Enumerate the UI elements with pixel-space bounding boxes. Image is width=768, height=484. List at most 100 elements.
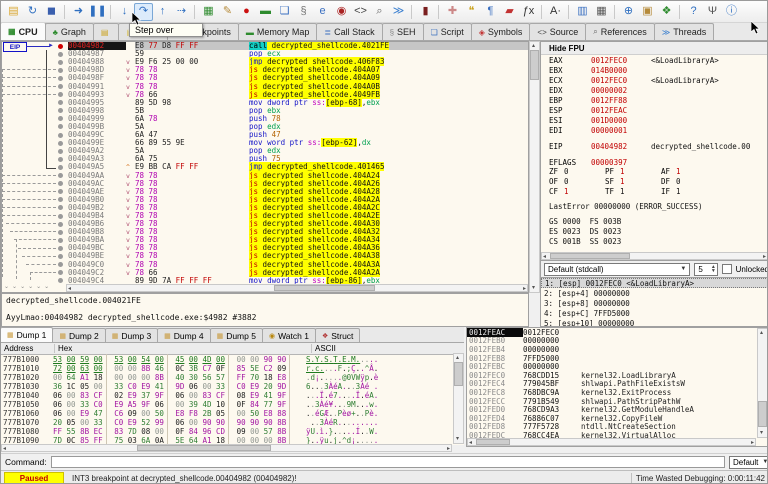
- toolbar-button[interactable]: ▬: [256, 3, 275, 21]
- dump-header-address[interactable]: Address: [1, 344, 55, 353]
- breakpoint-dot[interactable]: [58, 108, 68, 113]
- breakpoint-dot[interactable]: [58, 84, 68, 89]
- stack-row[interactable]: 0012FED0 768CD9A3 kernel32.GetModuleHand…: [467, 405, 768, 414]
- dump-header-ascii[interactable]: ASCII: [312, 344, 464, 353]
- dump-row[interactable]: 777B1010 72 00 63 00 00 00 8B 46 0C 3B C…: [1, 364, 464, 373]
- breakpoint-dot[interactable]: [58, 181, 68, 186]
- toolbar-button[interactable]: ¶: [481, 3, 500, 21]
- register-row[interactable]: EDX 00000002: [541, 85, 768, 95]
- toolbar-button[interactable]: ⊕: [619, 3, 638, 21]
- toolbar-button[interactable]: ƒx: [519, 3, 538, 21]
- toolbar-button[interactable]: ◼: [42, 3, 61, 21]
- view-tab[interactable]: ≫Threads: [654, 23, 714, 40]
- stack-row[interactable]: 0012FEC0 768CDD15 kernel32.LoadLibraryA: [467, 371, 768, 380]
- breakpoint-dot[interactable]: [58, 149, 68, 154]
- flag-cell[interactable]: ZF0: [549, 167, 605, 177]
- dump-tab[interactable]: ▦Dump 2: [52, 328, 105, 342]
- calling-convention-select[interactable]: Default (stdcall)▼: [544, 263, 690, 276]
- breakpoint-dot[interactable]: [58, 76, 68, 81]
- argument-row[interactable]: 3: [esp+8] 00000000: [541, 298, 768, 308]
- toolbar-button[interactable]: ⓘ: [722, 3, 741, 21]
- flag-cell[interactable]: CF1: [549, 187, 605, 197]
- breakpoint-dot[interactable]: [58, 68, 68, 73]
- view-tab[interactable]: ▦CPU: [1, 23, 46, 40]
- dump-tab[interactable]: ❖Struct: [315, 328, 360, 342]
- dump-tab[interactable]: ▦Dump 3: [105, 328, 158, 342]
- dump-vscrollbar[interactable]: ▴▾: [453, 353, 464, 444]
- toolbar-button[interactable]: ⌕: [370, 3, 389, 21]
- breakpoint-dot[interactable]: [58, 52, 68, 57]
- toolbar-button[interactable]: ✎: [218, 3, 237, 21]
- view-tab[interactable]: ◈Symbols: [471, 23, 531, 40]
- toolbar-button[interactable]: Ψ: [703, 3, 722, 21]
- stack-vscrollbar[interactable]: ▴▾: [757, 328, 768, 438]
- stack-row[interactable]: 0012FEB8 7FFD5000: [467, 354, 768, 363]
- stack-row[interactable]: 0012FEB0 00000000: [467, 337, 768, 346]
- register-row[interactable]: ESP 0012FEAC: [541, 105, 768, 115]
- stack-hscrollbar[interactable]: ◂▸: [467, 438, 756, 446]
- view-tab[interactable]: ⌕References: [585, 23, 655, 40]
- toolbar-button[interactable]: ❝: [462, 3, 481, 21]
- flag-cell[interactable]: PF1: [605, 167, 661, 177]
- register-row[interactable]: ECX 0012FEC0 <&LoadLibraryA>: [541, 75, 768, 85]
- argument-row[interactable]: 2: [esp+4] 00000000: [541, 288, 768, 298]
- view-tab[interactable]: ♣Graph: [45, 23, 94, 40]
- breakpoint-dot[interactable]: [58, 262, 68, 267]
- command-profile-select[interactable]: Default▼: [729, 456, 768, 469]
- disasm-hscrollbar[interactable]: ◂▸: [66, 284, 528, 292]
- breakpoint-dot[interactable]: [58, 116, 68, 121]
- toolbar-button[interactable]: ▰: [500, 3, 519, 21]
- toolbar-button[interactable]: ⇢: [172, 3, 191, 21]
- toolbar-button[interactable]: ▮: [416, 3, 435, 21]
- flag-cell[interactable]: SF1: [605, 177, 661, 187]
- stack-row[interactable]: 0012FED8 777F5728 ntdll.NtCreateSection: [467, 423, 768, 432]
- hide-fpu-button[interactable]: Hide FPU: [541, 42, 768, 55]
- command-input[interactable]: [51, 456, 725, 468]
- toolbar-button[interactable]: A·: [546, 3, 565, 21]
- breakpoint-dot[interactable]: [58, 100, 68, 105]
- toolbar-button[interactable]: ▤: [4, 3, 23, 21]
- view-tab[interactable]: <>Source: [529, 23, 586, 40]
- view-tab[interactable]: ▬Memory Map: [238, 23, 318, 40]
- toolbar-button[interactable]: ➜: [69, 3, 88, 21]
- breakpoint-dot[interactable]: [58, 270, 68, 275]
- toolbar-button[interactable]: ≫: [389, 3, 408, 21]
- stack-row[interactable]: 0012FECC 7791B549 shlwapi.PathStripPathW: [467, 397, 768, 406]
- dump-tab[interactable]: ▦Dump 5: [210, 328, 263, 342]
- register-row[interactable]: EIP 00404982 decrypted_shellcode.00: [541, 141, 768, 151]
- breakpoint-dot[interactable]: [58, 278, 68, 283]
- flag-cell[interactable]: AF1: [661, 167, 717, 177]
- toolbar-button[interactable]: ❏: [275, 3, 294, 21]
- breakpoint-dot[interactable]: [58, 246, 68, 251]
- stack-row[interactable]: 0012FEBC 00000000: [467, 362, 768, 371]
- argument-row[interactable]: 5: [esp+10] 00000000: [541, 318, 768, 327]
- disasm-vscrollbar[interactable]: ▴▾: [529, 41, 540, 293]
- flag-cell[interactable]: DF0: [661, 177, 717, 187]
- toolbar-button[interactable]: <>: [351, 3, 370, 21]
- dump-row[interactable]: 777B1050 06 00 33 C0 E9 A5 9F 06 00 39 4…: [1, 400, 464, 409]
- breakpoint-dot[interactable]: [58, 254, 68, 259]
- toolbar-button[interactable]: ↻: [23, 3, 42, 21]
- breakpoint-dot[interactable]: [58, 157, 68, 162]
- dump-tab[interactable]: ▦Dump 1: [0, 327, 53, 342]
- stack-row[interactable]: 0012FEAC 0012FEC0: [467, 328, 768, 337]
- breakpoint-dot[interactable]: [58, 197, 68, 202]
- breakpoint-dot[interactable]: [58, 133, 68, 138]
- argument-row[interactable]: 1: [esp] 0012FEC0 <&LoadLibraryA>: [541, 278, 768, 288]
- toolbar-button[interactable]: ✚: [443, 3, 462, 21]
- toolbar-button[interactable]: ▦: [199, 3, 218, 21]
- register-row[interactable]: EAX 0012FEC0 <&LoadLibraryA>: [541, 55, 768, 65]
- dump-row[interactable]: 777B1000 53 00 59 00 53 00 54 00 45 00 4…: [1, 355, 464, 364]
- dump-tab[interactable]: ▦Dump 4: [157, 328, 210, 342]
- toolbar-button[interactable]: ▦: [592, 3, 611, 21]
- dump-tab[interactable]: ◉Watch 1: [262, 328, 316, 342]
- register-row[interactable]: EBX 014B0000: [541, 65, 768, 75]
- stack-row[interactable]: 0012FEB4 00000000: [467, 345, 768, 354]
- breakpoint-dot[interactable]: [58, 238, 68, 243]
- breakpoint-dot[interactable]: [58, 44, 68, 49]
- register-row[interactable]: EDI 00000001: [541, 125, 768, 135]
- toolbar-button[interactable]: ?: [684, 3, 703, 21]
- toolbar-button[interactable]: ❚❚: [88, 3, 107, 21]
- dump-hscrollbar[interactable]: ◂▸: [1, 444, 452, 452]
- breakpoint-dot[interactable]: [58, 141, 68, 146]
